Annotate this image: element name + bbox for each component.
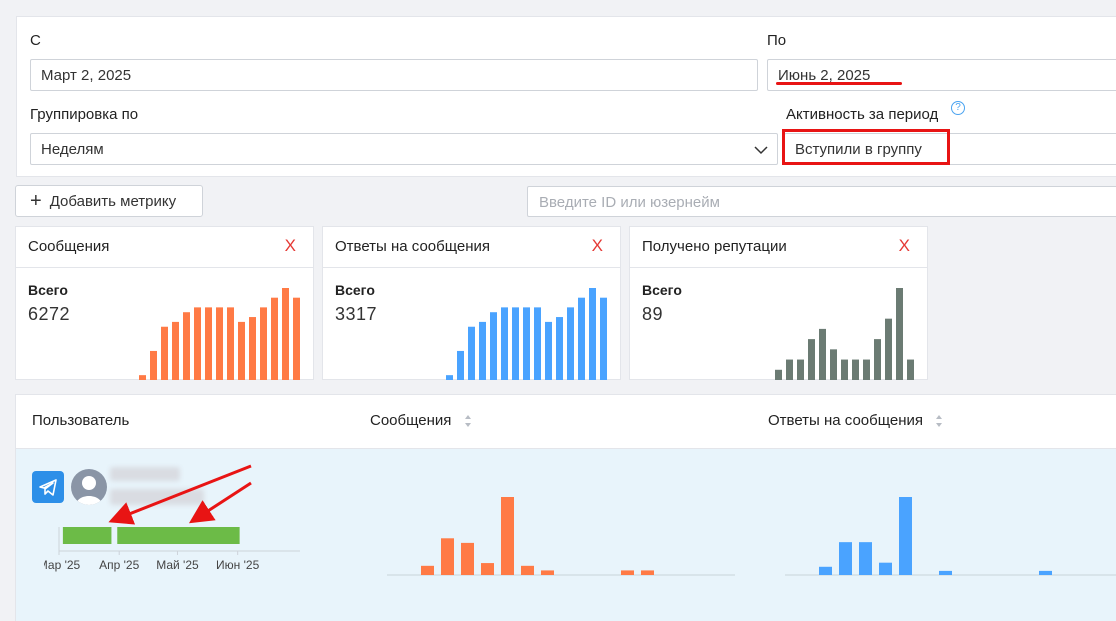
bar	[545, 321, 552, 380]
group-by-select[interactable]: Неделям	[30, 133, 778, 165]
bar	[523, 307, 530, 380]
column-header-label: Пользователь	[32, 412, 130, 429]
bar	[457, 350, 464, 380]
activity-label: Активность за период	[786, 106, 939, 123]
add-metric-label: Добавить метрику	[49, 192, 177, 210]
username-redacted	[110, 467, 180, 481]
filters-panel: С Март 2, 2025 По Июнь 2, 2025 Группиров…	[16, 16, 1116, 177]
from-date-field[interactable]: Март 2, 2025	[30, 59, 758, 91]
group-by-value: Неделям	[41, 141, 104, 158]
help-icon[interactable]: ?	[951, 101, 965, 115]
bar	[830, 349, 837, 380]
sort-icon[interactable]	[464, 414, 472, 428]
column-header-messages[interactable]: Сообщения	[354, 395, 753, 449]
bar	[194, 307, 201, 380]
add-metric-button[interactable]: + Добавить метрику	[15, 185, 203, 217]
avatar[interactable]	[71, 469, 107, 505]
metric-card-reputation: Получено репутации X Всего 89	[629, 226, 928, 380]
bar	[293, 297, 300, 380]
bar	[589, 288, 596, 380]
bar	[216, 307, 223, 380]
bar	[139, 375, 146, 380]
column-header-label: Сообщения	[370, 412, 452, 429]
bar	[852, 359, 859, 380]
bar	[282, 288, 289, 380]
bar	[600, 297, 607, 380]
bar	[446, 375, 453, 380]
bar	[819, 328, 826, 380]
bar	[885, 318, 892, 380]
annotation-box	[782, 129, 950, 165]
bar	[227, 307, 234, 380]
bar	[468, 326, 475, 380]
bar	[205, 307, 212, 380]
telegram-icon[interactable]	[32, 471, 64, 503]
bar	[512, 307, 519, 380]
bar	[183, 312, 190, 380]
bar	[797, 359, 804, 380]
to-label: По	[767, 32, 787, 49]
from-label: С	[30, 32, 41, 49]
bar	[786, 359, 793, 380]
user-search-input[interactable]: Введите ID или юзернейм	[527, 186, 1116, 217]
bar	[578, 297, 585, 380]
group-by-label: Группировка по	[30, 106, 139, 123]
bar	[874, 339, 881, 380]
bar	[534, 307, 541, 380]
bar	[150, 350, 157, 380]
column-header-label: Ответы на сообщения	[768, 412, 924, 429]
bar	[490, 312, 497, 380]
bar	[567, 307, 574, 380]
bar	[501, 307, 508, 380]
bar	[775, 369, 782, 380]
annotation-underline	[776, 82, 902, 85]
bar	[841, 359, 848, 380]
column-header-replies[interactable]: Ответы на сообщения	[752, 395, 1116, 449]
column-header-user[interactable]: Пользователь	[16, 395, 355, 449]
bar	[479, 321, 486, 380]
chevron-down-icon	[754, 146, 768, 155]
bar	[161, 326, 168, 380]
bar	[556, 317, 563, 380]
metric-card-replies: Ответы на сообщения X Всего 3317	[322, 226, 621, 380]
bar	[896, 288, 903, 380]
messages-cell	[354, 449, 753, 621]
bar	[238, 321, 245, 380]
bar	[271, 297, 278, 380]
bar	[808, 339, 815, 380]
bar	[907, 359, 914, 380]
bar	[260, 307, 267, 380]
bar	[172, 321, 179, 380]
bar	[863, 359, 870, 380]
sparkline-chart	[775, 288, 914, 380]
to-date-field[interactable]: Июнь 2, 2025	[767, 59, 1116, 91]
bar	[249, 317, 256, 380]
user-id-redacted	[110, 489, 204, 505]
plus-icon: +	[30, 190, 42, 212]
replies-cell	[752, 449, 1116, 621]
sparkline-chart	[139, 288, 300, 380]
sort-icon[interactable]	[935, 414, 943, 428]
users-table: Пользователь Сообщения Ответы на сообщен…	[15, 394, 1116, 621]
user-cell	[16, 449, 355, 621]
sparkline-chart	[446, 288, 607, 380]
metric-card-messages: Сообщения X Всего 6272	[15, 226, 314, 380]
